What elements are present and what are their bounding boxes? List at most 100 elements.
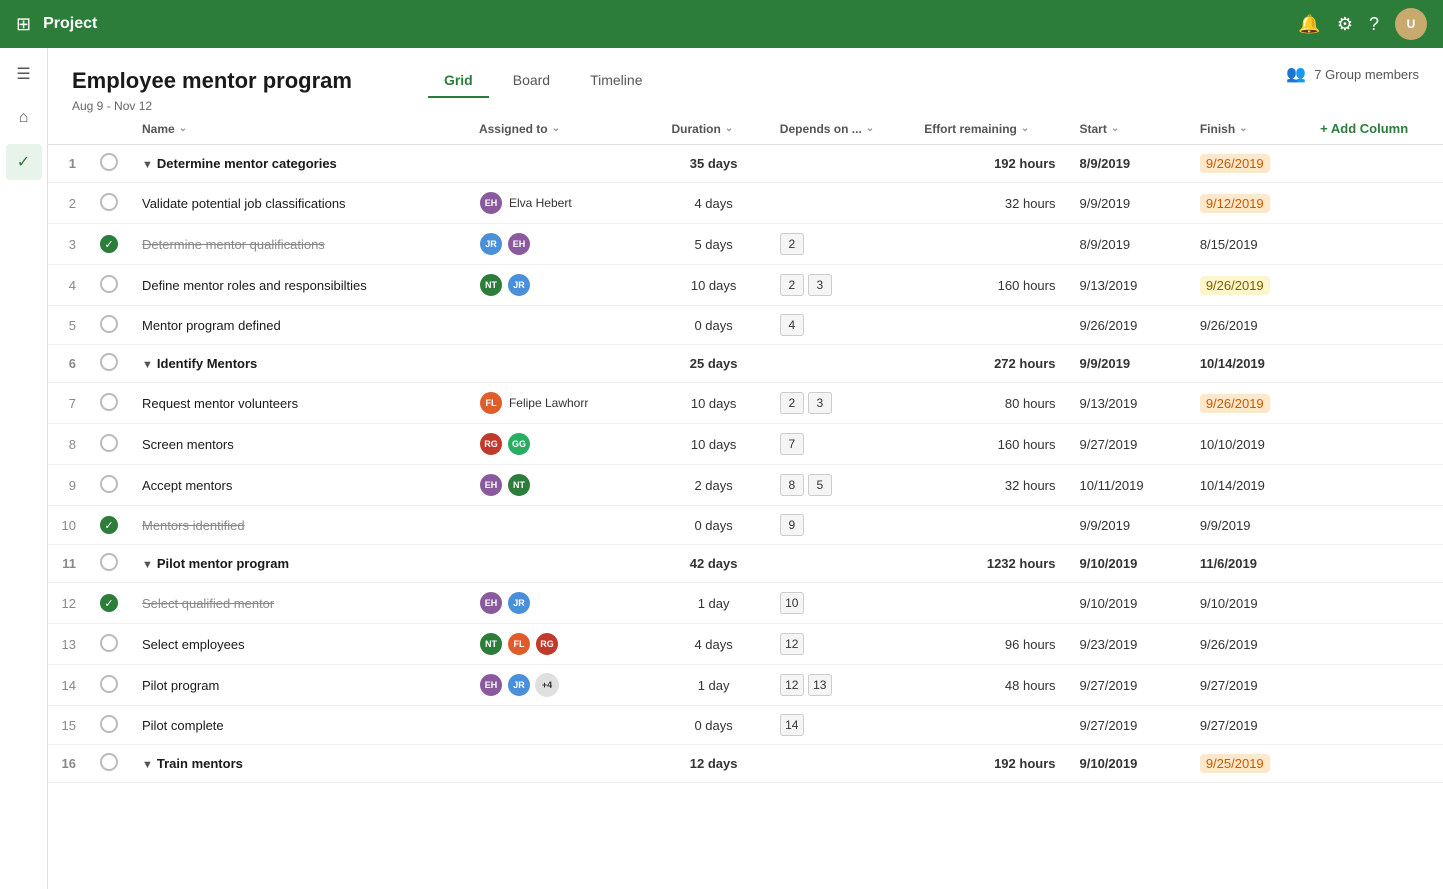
check-empty-icon[interactable] [100, 553, 118, 571]
col-add[interactable]: + Add Column [1308, 113, 1443, 145]
dependency-badge[interactable]: 2 [780, 392, 804, 414]
dependency-badge[interactable]: 12 [780, 674, 804, 696]
assignee-avatar[interactable]: EH [479, 191, 503, 215]
dependency-badge[interactable]: 8 [780, 474, 804, 496]
tab-grid[interactable]: Grid [428, 64, 489, 98]
col-duration[interactable]: Duration ⌄ [659, 113, 767, 145]
assignee-avatar[interactable]: NT [479, 273, 503, 297]
row-checkbox[interactable] [88, 345, 130, 383]
row-checkbox[interactable] [88, 745, 130, 783]
row-checkbox[interactable] [88, 465, 130, 506]
check-empty-icon[interactable] [100, 753, 118, 771]
col-assigned[interactable]: Assigned to ⌄ [467, 113, 660, 145]
dependency-badge[interactable]: 9 [780, 514, 804, 536]
check-empty-icon[interactable] [100, 275, 118, 293]
assignee-avatar[interactable]: GG [507, 432, 531, 456]
row-checkbox[interactable] [88, 306, 130, 345]
check-done-icon[interactable]: ✓ [100, 516, 118, 534]
task-name-cell[interactable]: Screen mentors [130, 424, 467, 465]
check-empty-icon[interactable] [100, 434, 118, 452]
assignee-avatar[interactable]: RG [479, 432, 503, 456]
check-empty-icon[interactable] [100, 193, 118, 211]
check-empty-icon[interactable] [100, 353, 118, 371]
collapse-arrow-icon[interactable]: ▼ [142, 759, 153, 771]
col-effort[interactable]: Effort remaining ⌄ [912, 113, 1067, 145]
dependency-badge[interactable]: 14 [780, 714, 804, 736]
col-start[interactable]: Start ⌄ [1068, 113, 1188, 145]
row-checkbox[interactable] [88, 265, 130, 306]
tab-board[interactable]: Board [497, 64, 566, 98]
check-empty-icon[interactable] [100, 153, 118, 171]
assignee-avatar[interactable]: JR [507, 673, 531, 697]
group-members-label[interactable]: 7 Group members [1314, 67, 1419, 82]
assignee-avatar[interactable]: NT [507, 473, 531, 497]
row-checkbox[interactable]: ✓ [88, 583, 130, 624]
sidebar-home-icon[interactable]: ⌂ [6, 100, 42, 136]
dependency-badge[interactable]: 2 [780, 274, 804, 296]
collapse-arrow-icon[interactable]: ▼ [142, 559, 153, 571]
col-depends[interactable]: Depends on ... ⌄ [768, 113, 912, 145]
tab-timeline[interactable]: Timeline [574, 64, 658, 98]
dependency-badge[interactable]: 2 [780, 233, 804, 255]
collapse-arrow-icon[interactable]: ▼ [142, 159, 153, 171]
assignee-avatar[interactable]: EH [507, 232, 531, 256]
assignee-avatar[interactable]: EH [479, 591, 503, 615]
check-empty-icon[interactable] [100, 393, 118, 411]
task-name-cell[interactable]: Mentors identified [130, 506, 467, 545]
dependency-badge[interactable]: 7 [780, 433, 804, 455]
dependency-badge[interactable]: 13 [808, 674, 832, 696]
check-empty-icon[interactable] [100, 315, 118, 333]
dependency-badge[interactable]: 3 [808, 274, 832, 296]
row-checkbox[interactable] [88, 706, 130, 745]
task-name-cell[interactable]: Accept mentors [130, 465, 467, 506]
collapse-arrow-icon[interactable]: ▼ [142, 359, 153, 371]
assignee-avatar[interactable]: EH [479, 673, 503, 697]
check-done-icon[interactable]: ✓ [100, 594, 118, 612]
row-checkbox[interactable] [88, 545, 130, 583]
col-name[interactable]: Name ⌄ [130, 113, 467, 145]
assignee-avatar[interactable]: JR [507, 591, 531, 615]
task-name-cell[interactable]: Select qualified mentor [130, 583, 467, 624]
row-checkbox[interactable] [88, 665, 130, 706]
settings-icon[interactable]: ⚙ [1337, 14, 1353, 35]
task-name-cell[interactable]: Pilot program [130, 665, 467, 706]
row-checkbox[interactable] [88, 624, 130, 665]
task-name-cell[interactable]: Determine mentor qualifications [130, 224, 467, 265]
assignee-avatar[interactable]: JR [507, 273, 531, 297]
row-checkbox[interactable] [88, 383, 130, 424]
task-name-cell[interactable]: ▼Determine mentor categories [130, 145, 467, 183]
sidebar-menu-icon[interactable]: ☰ [6, 56, 42, 92]
dependency-badge[interactable]: 10 [780, 592, 804, 614]
row-checkbox[interactable] [88, 424, 130, 465]
help-icon[interactable]: ? [1369, 14, 1379, 35]
assignee-avatar[interactable]: JR [479, 232, 503, 256]
task-name-cell[interactable]: Select employees [130, 624, 467, 665]
check-empty-icon[interactable] [100, 475, 118, 493]
check-empty-icon[interactable] [100, 715, 118, 733]
task-name-cell[interactable]: Pilot complete [130, 706, 467, 745]
dependency-badge[interactable]: 5 [808, 474, 832, 496]
task-name-cell[interactable]: Define mentor roles and responsibilties [130, 265, 467, 306]
sidebar-check-icon[interactable]: ✓ [6, 144, 42, 180]
row-checkbox[interactable]: ✓ [88, 506, 130, 545]
assignee-avatar[interactable]: FL [507, 632, 531, 656]
task-name-cell[interactable]: ▼Train mentors [130, 745, 467, 783]
task-name-cell[interactable]: Validate potential job classifications [130, 183, 467, 224]
dependency-badge[interactable]: 3 [808, 392, 832, 414]
assignee-avatar[interactable]: NT [479, 632, 503, 656]
task-name-cell[interactable]: Request mentor volunteers [130, 383, 467, 424]
assignee-avatar[interactable]: FL [479, 391, 503, 415]
row-checkbox[interactable]: ✓ [88, 224, 130, 265]
user-avatar[interactable]: U [1395, 8, 1427, 40]
col-finish[interactable]: Finish ⌄ [1188, 113, 1308, 145]
row-checkbox[interactable] [88, 183, 130, 224]
assignee-avatar[interactable]: EH [479, 473, 503, 497]
check-empty-icon[interactable] [100, 634, 118, 652]
assignee-avatar[interactable]: RG [535, 632, 559, 656]
bell-icon[interactable]: 🔔 [1298, 14, 1320, 35]
row-checkbox[interactable] [88, 145, 130, 183]
task-name-cell[interactable]: ▼Identify Mentors [130, 345, 467, 383]
task-name-cell[interactable]: Mentor program defined [130, 306, 467, 345]
check-done-icon[interactable]: ✓ [100, 235, 118, 253]
task-name-cell[interactable]: ▼Pilot mentor program [130, 545, 467, 583]
